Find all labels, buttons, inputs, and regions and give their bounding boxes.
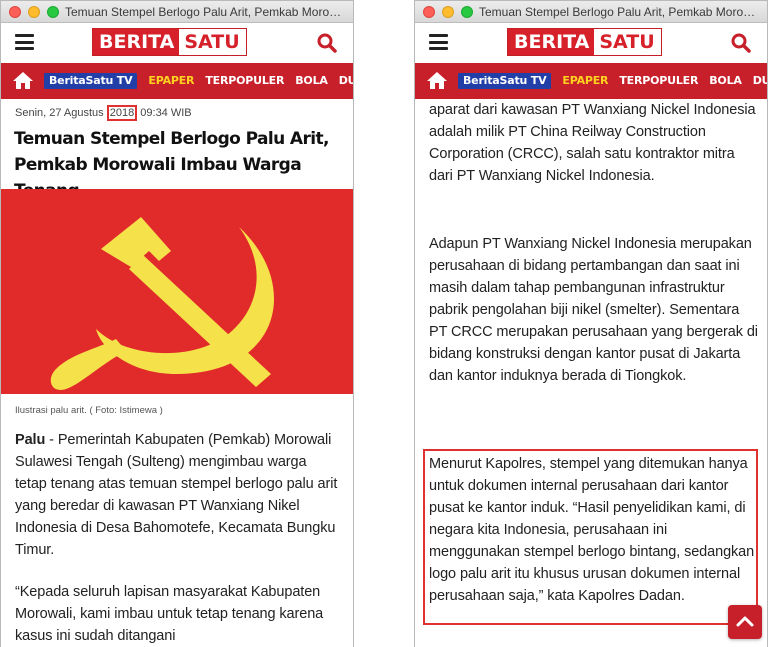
browser-window-right: Temuan Stempel Berlogo Palu Arit, Pemkab… bbox=[414, 0, 768, 647]
home-icon[interactable] bbox=[426, 71, 448, 90]
site-logo[interactable]: BERITA SATU bbox=[92, 28, 247, 56]
main-nav: BeritaSatu TV EPAPER TERPOPULER BOLA DUN… bbox=[1, 63, 353, 99]
nav-item-epaper[interactable]: EPAPER bbox=[148, 73, 194, 89]
nav-item-terpopuler[interactable]: TERPOPULER bbox=[619, 73, 698, 89]
hamburger-icon[interactable] bbox=[15, 34, 34, 50]
maximize-window-button[interactable] bbox=[461, 6, 473, 18]
dateline-city: Palu bbox=[15, 432, 46, 448]
hammer-sickle-illustration bbox=[50, 217, 274, 390]
site-header: BERITA SATU bbox=[1, 23, 353, 63]
nav-item-terpopuler[interactable]: TERPOPULER bbox=[205, 73, 284, 89]
close-window-button[interactable] bbox=[9, 6, 21, 18]
article-content[interactable]: aparat dari kawasan PT Wanxiang Nickel I… bbox=[415, 99, 767, 647]
search-icon[interactable] bbox=[731, 33, 751, 53]
chevron-up-icon bbox=[736, 616, 754, 627]
minimize-window-button[interactable] bbox=[28, 6, 40, 18]
nav-item-dunia[interactable]: DUNIA bbox=[339, 73, 353, 89]
nav-item-bola[interactable]: BOLA bbox=[709, 73, 742, 89]
article-paragraph: Palu - Pemerintah Kabupaten (Pemkab) Mor… bbox=[15, 429, 341, 561]
nav-item-epaper[interactable]: EPAPER bbox=[562, 73, 608, 89]
image-caption: Ilustrasi palu arit. ( Foto: Istimewa ) bbox=[15, 405, 163, 416]
paragraph-text: - Pemerintah Kabupaten (Pemkab) Morowali… bbox=[15, 432, 338, 558]
logo-text-satu: SATU bbox=[594, 29, 661, 55]
article-dateline: Senin, 27 Agustus 2018 09:34 WIB bbox=[15, 105, 192, 121]
home-icon[interactable] bbox=[12, 71, 34, 90]
browser-window-left: Temuan Stempel Berlogo Palu Arit, Pemkab… bbox=[0, 0, 354, 647]
close-window-button[interactable] bbox=[423, 6, 435, 18]
nav-item-dunia[interactable]: DUNIA bbox=[753, 73, 767, 89]
hamburger-icon[interactable] bbox=[429, 34, 448, 50]
article-content[interactable]: Senin, 27 Agustus 2018 09:34 WIB Temuan … bbox=[1, 99, 353, 647]
date-prefix: Senin, 27 Agustus bbox=[15, 107, 107, 119]
site-header: BERITA SATU bbox=[415, 23, 767, 63]
nav-item-beritasatu-tv[interactable]: BeritaSatu TV bbox=[458, 73, 552, 89]
article-hero-image bbox=[1, 189, 353, 394]
logo-text-berita: BERITA bbox=[93, 29, 180, 55]
article-paragraph: “Kepada seluruh lapisan masyarakat Kabup… bbox=[15, 581, 341, 647]
article-paragraph-highlighted: Menurut Kapolres, stempel yang ditemukan… bbox=[429, 456, 755, 604]
site-logo[interactable]: BERITA SATU bbox=[507, 28, 662, 56]
main-nav: BeritaSatu TV EPAPER TERPOPULER BOLA DUN… bbox=[415, 63, 767, 99]
minimize-window-button[interactable] bbox=[442, 6, 454, 18]
article-paragraph: aparat dari kawasan PT Wanxiang Nickel I… bbox=[429, 102, 756, 184]
paragraph-text: “Kepada seluruh lapisan masyarakat Kabup… bbox=[15, 584, 324, 644]
window-titlebar[interactable]: Temuan Stempel Berlogo Palu Arit, Pemkab… bbox=[415, 1, 767, 23]
maximize-window-button[interactable] bbox=[47, 6, 59, 18]
date-year-highlight: 2018 bbox=[106, 105, 138, 121]
logo-text-satu: SATU bbox=[179, 29, 246, 55]
nav-item-bola[interactable]: BOLA bbox=[295, 73, 328, 89]
scroll-to-top-button[interactable] bbox=[728, 605, 762, 639]
article-paragraph: Adapun PT Wanxiang Nickel Indonesia meru… bbox=[429, 236, 758, 384]
nav-item-beritasatu-tv[interactable]: BeritaSatu TV bbox=[44, 73, 138, 89]
window-titlebar[interactable]: Temuan Stempel Berlogo Palu Arit, Pemkab… bbox=[1, 1, 353, 23]
window-title: Temuan Stempel Berlogo Palu Arit, Pemkab… bbox=[65, 5, 347, 19]
window-title: Temuan Stempel Berlogo Palu Arit, Pemkab… bbox=[479, 5, 761, 19]
logo-text-berita: BERITA bbox=[508, 29, 595, 55]
date-time: 09:34 WIB bbox=[137, 107, 192, 119]
search-icon[interactable] bbox=[317, 33, 337, 53]
